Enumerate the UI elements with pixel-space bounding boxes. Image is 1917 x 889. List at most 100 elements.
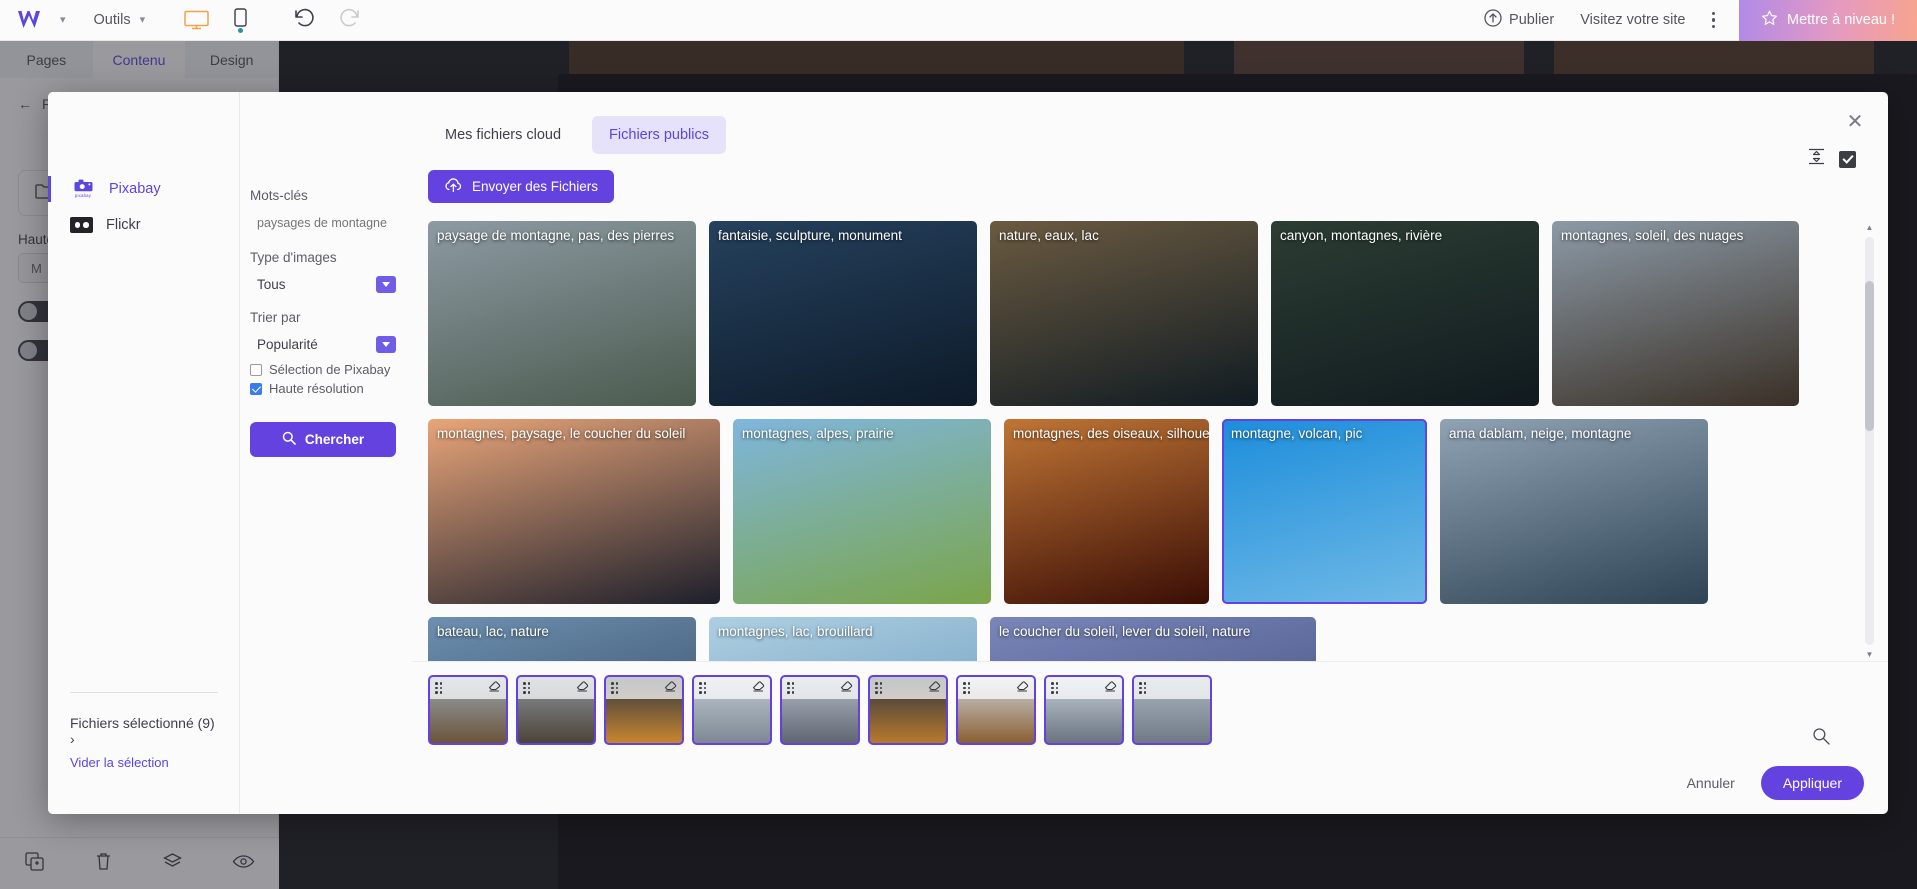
selected-thumbnail[interactable] xyxy=(428,675,508,745)
keywords-input[interactable] xyxy=(250,211,396,235)
close-icon[interactable]: ✕ xyxy=(1842,108,1868,134)
result-card[interactable]: canyon, montagnes, rivière xyxy=(1271,221,1539,406)
eraser-icon[interactable] xyxy=(928,679,941,697)
publish-upload-icon xyxy=(1484,9,1502,31)
result-card[interactable]: montagnes, lac, brouillard xyxy=(709,617,977,661)
scroll-up-arrow[interactable]: ▲ xyxy=(1865,223,1874,232)
selected-thumbnail[interactable] xyxy=(1132,675,1212,745)
results-scrollbar[interactable] xyxy=(1865,237,1874,645)
modal-footer: Annuler Appliquer xyxy=(1687,766,1864,800)
sort-by-select[interactable]: Popularité xyxy=(250,333,396,355)
magnifier-icon[interactable] xyxy=(1812,727,1830,750)
result-card[interactable]: montagnes, alpes, prairie xyxy=(733,419,991,604)
result-card[interactable]: le coucher du soleil, lever du soleil, n… xyxy=(990,617,1316,661)
result-card[interactable]: nature, eaux, lac xyxy=(990,221,1258,406)
selected-files-count[interactable]: Fichiers sélectionné (9) › xyxy=(70,715,218,747)
provider-pixabay[interactable]: pixabay Pixabay xyxy=(48,170,239,208)
selected-thumbnail[interactable] xyxy=(516,675,596,745)
undo-icon[interactable] xyxy=(293,8,316,32)
thumbnail-toolbar xyxy=(606,677,682,699)
scroll-down-arrow[interactable]: ▼ xyxy=(1865,650,1874,659)
provider-flickr[interactable]: Flickr xyxy=(48,208,239,242)
visit-site-label: Visitez votre site xyxy=(1580,12,1686,28)
image-type-label: Type d'images xyxy=(250,250,337,265)
drag-handle-icon[interactable] xyxy=(787,681,795,695)
drag-handle-icon[interactable] xyxy=(875,681,883,695)
result-card[interactable]: montagnes, des oiseaux, silhouette xyxy=(1004,419,1209,604)
eraser-icon[interactable] xyxy=(488,679,501,697)
drag-handle-icon[interactable] xyxy=(523,681,531,695)
drag-handle-icon[interactable] xyxy=(435,681,443,695)
upload-files-button[interactable]: Envoyer des Fichiers xyxy=(428,170,615,203)
redo-icon[interactable] xyxy=(338,8,361,32)
eraser-icon[interactable] xyxy=(1104,679,1117,697)
sort-by-value: Popularité xyxy=(257,336,318,352)
provider-pixabay-label: Pixabay xyxy=(109,181,161,197)
sort-by-label: Trier par xyxy=(250,310,301,325)
drag-handle-icon[interactable] xyxy=(1139,681,1147,695)
pixabay-choice-checkbox-row[interactable]: Sélection de Pixabay xyxy=(250,362,412,377)
drag-handle-icon[interactable] xyxy=(1051,681,1059,695)
clear-selection-link[interactable]: Vider la sélection xyxy=(70,755,218,770)
tools-menu[interactable]: Outils ▾ xyxy=(94,12,146,28)
result-card[interactable]: bateau, lac, nature xyxy=(428,617,696,661)
thumbnail-toolbar xyxy=(518,677,594,699)
results-grid: paysage de montagne, pas, des pierres fan… xyxy=(428,221,1854,661)
selected-thumbnail[interactable] xyxy=(956,675,1036,745)
selected-thumbnail[interactable] xyxy=(604,675,684,745)
eraser-icon[interactable] xyxy=(1016,679,1029,697)
eraser-icon[interactable] xyxy=(664,679,677,697)
tab-public-files[interactable]: Fichiers publics xyxy=(592,116,726,154)
high-res-label: Haute résolution xyxy=(269,381,364,396)
kebab-menu-icon[interactable] xyxy=(1711,11,1715,29)
selected-thumbnail[interactable] xyxy=(868,675,948,745)
thumbnail-toolbar xyxy=(870,677,946,699)
thumbnail-toolbar xyxy=(958,677,1034,699)
result-caption: montagnes, lac, brouillard xyxy=(718,624,873,639)
drag-handle-icon[interactable] xyxy=(611,681,619,695)
logo-chevron-down-icon[interactable]: ▾ xyxy=(60,14,66,26)
eraser-icon[interactable] xyxy=(576,679,589,697)
result-card[interactable]: ama dablam, neige, montagne xyxy=(1440,419,1708,604)
tab-public-files-label: Fichiers publics xyxy=(609,127,709,143)
search-button[interactable]: Chercher xyxy=(250,422,396,457)
visit-site-link[interactable]: Visitez votre site xyxy=(1580,12,1685,28)
tab-my-cloud-files-label: Mes fichiers cloud xyxy=(445,127,562,143)
result-card[interactable]: montagnes, soleil, des nuages xyxy=(1552,221,1799,406)
cancel-button[interactable]: Annuler xyxy=(1687,775,1735,791)
eraser-icon[interactable] xyxy=(752,679,765,697)
selected-thumbnail[interactable] xyxy=(1044,675,1124,745)
result-card[interactable]: fantaisie, sculpture, monument xyxy=(709,221,977,406)
selected-thumbnail[interactable] xyxy=(692,675,772,745)
drag-handle-icon[interactable] xyxy=(699,681,707,695)
cloud-upload-icon xyxy=(444,177,463,196)
collapse-expand-icon[interactable] xyxy=(1808,148,1825,170)
desktop-view-icon[interactable] xyxy=(183,7,209,33)
search-icon xyxy=(282,431,296,448)
result-caption: ama dablam, neige, montagne xyxy=(1449,426,1632,441)
star-icon xyxy=(1761,10,1778,30)
result-card[interactable]: montagnes, paysage, le coucher du soleil xyxy=(428,419,720,604)
results-scroll-region[interactable]: paysage de montagne, pas, des pierres fan… xyxy=(428,221,1888,661)
pixabay-choice-label: Sélection de Pixabay xyxy=(269,362,391,377)
apply-button[interactable]: Appliquer xyxy=(1760,766,1864,800)
high-res-checkbox-row[interactable]: Haute résolution xyxy=(250,381,412,396)
thumbnail-toolbar xyxy=(430,677,506,699)
upgrade-label: Mettre à niveau ! xyxy=(1787,12,1895,28)
eraser-icon[interactable] xyxy=(840,679,853,697)
drag-handle-icon[interactable] xyxy=(963,681,971,695)
checkbox-checked-icon xyxy=(250,382,262,395)
chevron-down-icon xyxy=(376,275,396,293)
result-card[interactable]: montagne, volcan, pic xyxy=(1222,419,1427,604)
publish-button[interactable]: Publier xyxy=(1484,9,1554,31)
selected-thumbnail[interactable] xyxy=(780,675,860,745)
scrollbar-thumb[interactable] xyxy=(1865,281,1874,431)
wix-logo-icon[interactable] xyxy=(16,8,50,32)
mobile-view-icon[interactable] xyxy=(227,7,253,33)
thumbnail-toolbar xyxy=(1046,677,1122,699)
image-type-select[interactable]: Tous xyxy=(250,273,396,295)
upgrade-button[interactable]: Mettre à niveau ! xyxy=(1739,0,1917,41)
result-card[interactable]: paysage de montagne, pas, des pierres xyxy=(428,221,696,406)
tab-my-cloud-files[interactable]: Mes fichiers cloud xyxy=(428,116,578,154)
select-all-checkbox-icon[interactable] xyxy=(1839,150,1856,168)
